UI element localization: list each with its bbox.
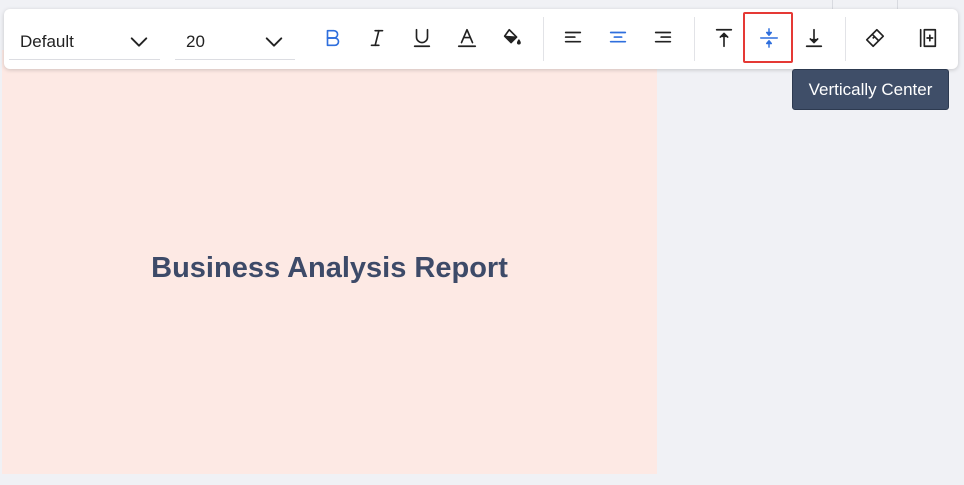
formatting-toolbar: Default 20 [4,9,958,69]
bold-button[interactable] [311,13,355,63]
italic-icon [370,29,384,47]
clear-format-button[interactable] [853,13,897,63]
vertical-align-top-icon [715,28,733,48]
vertical-align-bottom-icon [805,28,823,48]
align-right-button[interactable] [641,13,685,63]
align-center-icon [609,31,627,43]
underline-icon [413,28,431,48]
vertical-align-middle-button[interactable] [747,13,791,63]
font-size-select[interactable]: 20 [175,24,295,60]
align-center-button[interactable] [596,13,640,63]
insert-column-button[interactable] [906,13,950,63]
vertical-align-top-button[interactable] [702,13,746,63]
eraser-icon [865,28,885,48]
bold-icon [326,29,340,47]
vertical-align-middle-icon [760,28,778,48]
font-size-value: 20 [186,31,205,51]
text-cell[interactable]: Business Analysis Report [2,50,657,474]
align-left-button[interactable] [551,13,595,63]
font-color-button[interactable] [445,13,489,63]
font-color-icon [457,28,477,48]
insert-column-icon [919,28,937,48]
vertical-align-bottom-button[interactable] [792,13,836,63]
underline-button[interactable] [400,13,444,63]
align-left-icon [564,31,582,43]
toolbar-divider [543,17,544,61]
toolbar-divider [845,17,846,61]
paint-bucket-icon [503,28,521,45]
font-family-select[interactable]: Default [9,24,160,60]
font-family-value: Default [20,31,74,51]
fill-color-button[interactable] [490,13,534,63]
cell-text: Business Analysis Report [151,251,508,284]
toolbar-divider [694,17,695,61]
chevron-down-icon [265,36,283,47]
italic-button[interactable] [355,13,399,63]
chevron-down-icon [130,36,148,47]
align-right-icon [654,31,672,43]
tooltip: Vertically Center [792,69,949,110]
